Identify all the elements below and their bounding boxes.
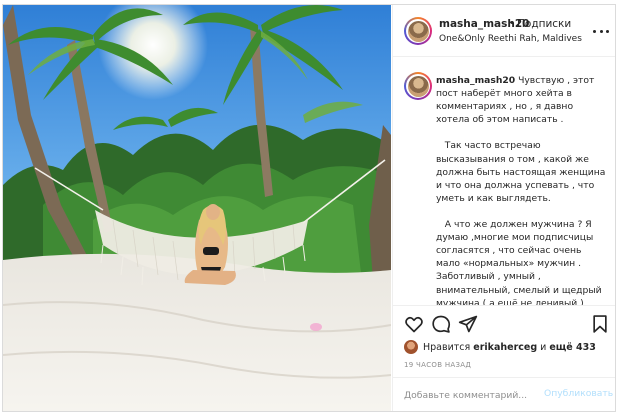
bookmark-icon[interactable] <box>590 314 610 334</box>
caption-username-link[interactable]: masha_mash20 <box>436 75 515 86</box>
following-button[interactable]: Подписки <box>517 18 571 30</box>
likes-conjunction: и <box>540 341 547 353</box>
caption-avatar-image <box>407 75 429 97</box>
post-card: masha_mash20 • Подписки One&Only Reethi … <box>2 4 616 412</box>
share-icon[interactable] <box>458 314 478 334</box>
comment-input[interactable] <box>404 388 544 402</box>
likes-count-link[interactable]: ещё 433 <box>549 342 596 353</box>
post-side-panel: masha_mash20 • Подписки One&Only Reethi … <box>392 5 615 411</box>
add-comment-bar: Опубликовать <box>393 377 615 411</box>
likes-summary: Нравится erikaherceg и ещё 433 <box>404 339 599 355</box>
more-options-icon[interactable] <box>593 23 609 39</box>
post-timestamp[interactable]: 19 ЧАСОВ НАЗАД <box>404 361 471 369</box>
post-photo[interactable] <box>3 5 391 411</box>
post-header: masha_mash20 • Подписки One&Only Reethi … <box>393 5 615 57</box>
caption-section: masha_mash20 Чувствую , этот пост наберё… <box>393 58 615 305</box>
comment-icon[interactable] <box>431 314 451 334</box>
avatar-image <box>407 20 429 42</box>
heart-icon[interactable] <box>404 314 424 334</box>
avatar[interactable] <box>404 17 432 45</box>
caption-text: masha_mash20 Чувствую , этот пост наберё… <box>436 74 606 305</box>
caption-avatar[interactable] <box>404 72 432 100</box>
beach-hammock-image <box>3 5 391 411</box>
liker-username-link[interactable]: erikaherceg <box>473 342 537 353</box>
caption-body: Чувствую , этот пост наберёт много хейта… <box>436 75 606 305</box>
likes-prefix: Нравится <box>423 341 471 353</box>
separator-dot: • <box>509 18 515 29</box>
liker-avatar[interactable] <box>404 340 418 354</box>
post-actions: Нравится erikaherceg и ещё 433 19 ЧАСОВ … <box>393 305 615 411</box>
publish-button[interactable]: Опубликовать <box>544 388 613 399</box>
username-link[interactable]: masha_mash20 <box>439 18 529 30</box>
location-link[interactable]: One&Only Reethi Rah, Maldives <box>439 34 582 44</box>
